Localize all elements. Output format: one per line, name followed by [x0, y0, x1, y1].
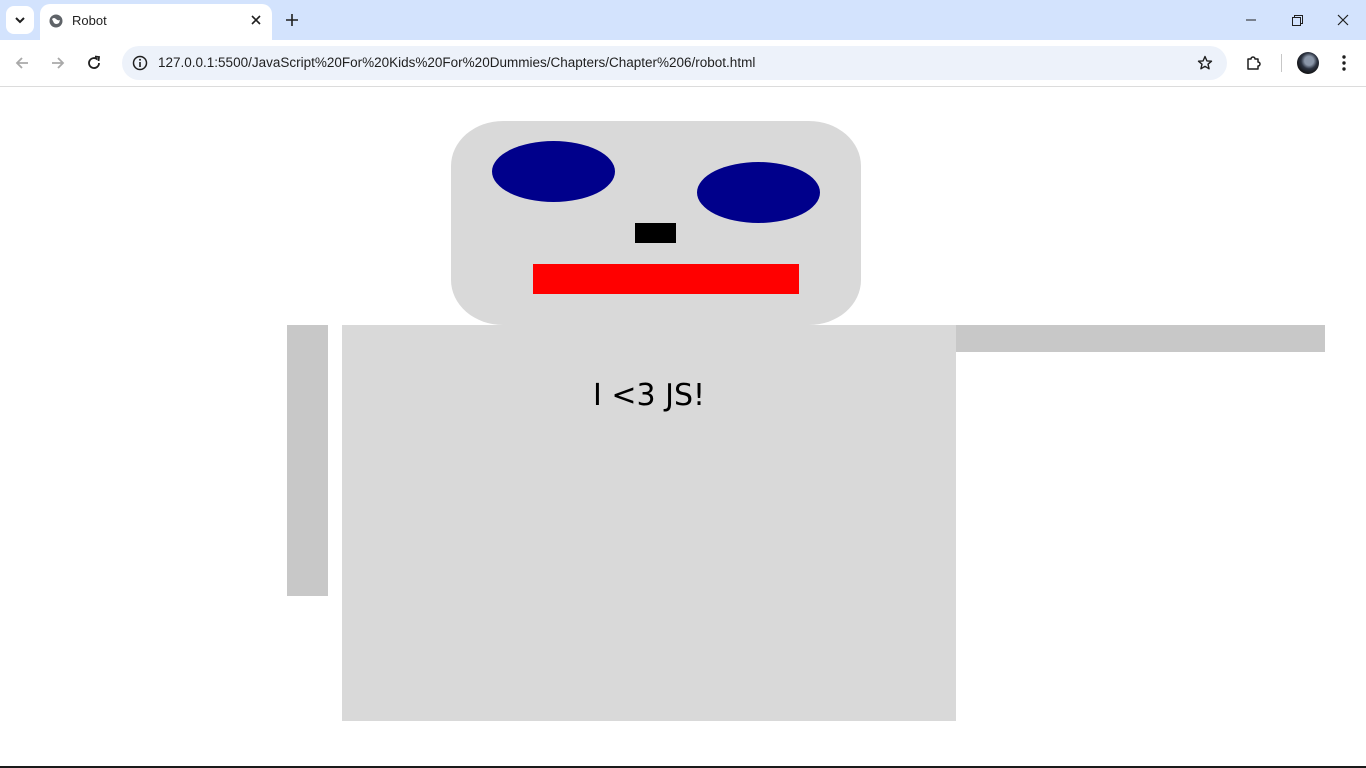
- robot-nose: [635, 223, 676, 243]
- bookmark-button[interactable]: [1195, 53, 1215, 73]
- puzzle-icon: [1247, 56, 1261, 70]
- toolbar-separator: [1281, 54, 1282, 72]
- extensions-button[interactable]: [1240, 49, 1268, 77]
- minimize-icon: [1246, 19, 1256, 21]
- star-icon: [1197, 55, 1213, 70]
- robot-mouth: [533, 264, 799, 294]
- torso-text: I <3 JS!: [592, 378, 706, 413]
- reload-button[interactable]: [80, 49, 108, 77]
- address-bar[interactable]: 127.0.0.1:5500/JavaScript%20For%20Kids%2…: [122, 46, 1227, 80]
- site-info-button[interactable]: [128, 51, 152, 75]
- robot-right-eye: [697, 162, 820, 223]
- close-window-button[interactable]: [1320, 0, 1366, 40]
- profile-avatar[interactable]: [1297, 52, 1319, 74]
- tab-robot[interactable]: Robot: [40, 4, 272, 40]
- plus-icon: [286, 14, 298, 26]
- chevron-down-icon: [15, 17, 25, 24]
- tab-close-button[interactable]: [248, 12, 264, 28]
- arrow-right-icon: [52, 57, 65, 69]
- restore-icon: [1291, 14, 1303, 26]
- robot-left-arm: [287, 325, 328, 596]
- new-tab-button[interactable]: [282, 10, 302, 30]
- tab-title: Robot: [72, 13, 107, 28]
- robot-torso: I <3 JS!: [342, 325, 956, 721]
- restore-button[interactable]: [1274, 0, 1320, 40]
- minimize-button[interactable]: [1228, 0, 1274, 40]
- browser-menu-button[interactable]: [1330, 49, 1358, 77]
- forward-button[interactable]: [44, 49, 72, 77]
- tab-search-button[interactable]: [6, 6, 34, 34]
- kebab-menu-icon: [1342, 55, 1346, 71]
- info-icon: [132, 55, 148, 71]
- url-text[interactable]: 127.0.0.1:5500/JavaScript%20For%20Kids%2…: [158, 55, 755, 70]
- globe-icon: [49, 14, 63, 28]
- close-icon: [251, 15, 261, 25]
- arrow-left-icon: [15, 57, 28, 69]
- back-button[interactable]: [8, 49, 36, 77]
- page-viewport: I <3 JS!: [0, 87, 1366, 768]
- robot-left-eye: [492, 141, 615, 202]
- reload-icon: [88, 55, 101, 69]
- robot-head: [451, 121, 861, 325]
- tab-strip: Robot: [0, 0, 1366, 40]
- close-icon: [1337, 14, 1349, 26]
- robot-right-arm: [956, 325, 1325, 352]
- browser-toolbar: 127.0.0.1:5500/JavaScript%20For%20Kids%2…: [0, 40, 1366, 87]
